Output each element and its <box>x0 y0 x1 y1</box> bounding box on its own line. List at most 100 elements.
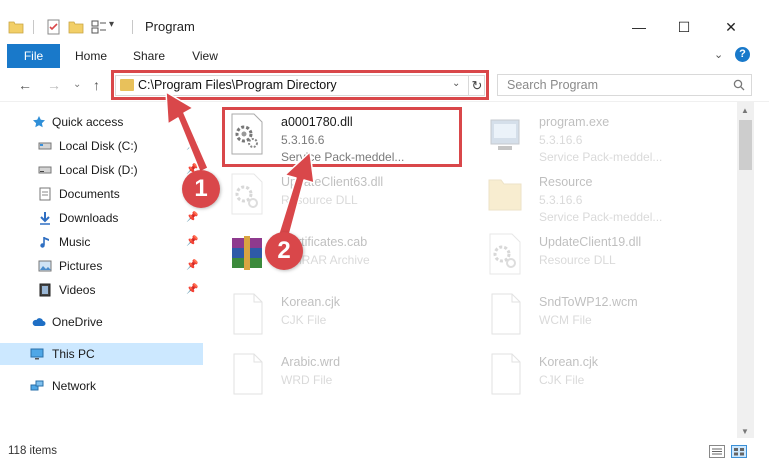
scroll-down-icon[interactable]: ▼ <box>741 427 749 436</box>
dll-gear-icon <box>489 233 521 275</box>
archive-icon <box>232 236 262 270</box>
folder-icon <box>488 179 522 211</box>
ribbon: File Home Share View ⌄ <box>0 44 769 68</box>
file-item[interactable]: UpdateClient63.dll Resource DLL <box>220 166 460 218</box>
minimize-button[interactable]: — <box>624 14 654 40</box>
maximize-button[interactable]: ☐ <box>669 14 699 40</box>
file-item[interactable]: Korean.cjk CJK File <box>478 346 718 398</box>
step-2-badge: 2 <box>265 232 303 270</box>
dll-gear-icon <box>231 113 263 155</box>
sidebar-item-documents[interactable]: Documents 📌 <box>0 183 203 205</box>
address-path[interactable]: C:\Program Files\Program Directory <box>138 78 337 92</box>
file-name: Korean.cjk <box>539 355 599 369</box>
forward-button[interactable]: → <box>47 77 61 93</box>
file-type: WRD File <box>281 373 333 387</box>
toolbar-dropdown-icon[interactable]: ▾ <box>109 19 114 30</box>
file-item[interactable]: Resource 5.3.16.6 Service Pack-meddel... <box>478 166 718 224</box>
sidebar-item-music[interactable]: Music 📌 <box>0 231 203 253</box>
sidebar-item-label: Local Disk (D:) <box>59 163 138 177</box>
sidebar-item-label: Pictures <box>59 259 103 273</box>
music-icon <box>40 237 49 248</box>
file-name: Korean.cjk <box>281 295 341 309</box>
back-button[interactable]: ← <box>18 77 32 93</box>
sidebar-item-local-disk-d[interactable]: Local Disk (D:) 📌 <box>0 159 203 181</box>
tab-file[interactable]: File <box>7 44 60 68</box>
file-type: Resource DLL <box>281 193 358 207</box>
sidebar-item-label: Documents <box>59 187 120 201</box>
tab-home[interactable]: Home <box>68 44 114 68</box>
sidebar-item-label: Videos <box>59 283 96 297</box>
file-item[interactable]: Certificates.cab WinRAR Archive <box>220 226 460 278</box>
status-bar: 118 items <box>0 438 769 464</box>
pin-icon[interactable]: 📌 <box>186 284 198 295</box>
pin-icon[interactable]: 📌 <box>186 236 198 247</box>
file-item[interactable]: Arabic.wrd WRD File <box>220 346 460 398</box>
monitor-icon <box>30 348 44 360</box>
properties-icon[interactable] <box>46 19 62 35</box>
refresh-button[interactable]: ↻ <box>468 76 485 95</box>
title-bar: ▾ Program — ☐ ✕ <box>0 0 769 44</box>
recent-locations-button[interactable]: ⌄ <box>73 79 81 90</box>
sidebar-item-network[interactable]: Network <box>0 375 203 397</box>
scroll-thumb[interactable] <box>739 120 752 170</box>
search-icon[interactable] <box>733 79 745 91</box>
customize-toolbar-icon[interactable] <box>91 19 107 35</box>
up-button[interactable]: ↑ <box>93 77 100 93</box>
file-item[interactable]: Korean.cjk CJK File <box>220 286 460 338</box>
folder-icon <box>120 79 134 91</box>
file-name: program.exe <box>539 115 610 129</box>
file-item[interactable]: a0001780.dll 5.3.16.6 Service Pack-medde… <box>220 106 460 164</box>
help-icon[interactable]: ? <box>735 47 750 62</box>
blank-file-icon <box>491 353 521 395</box>
blank-file-icon <box>491 293 521 335</box>
videos-icon <box>39 283 51 297</box>
file-type: CJK File <box>281 313 327 327</box>
address-dropdown-icon[interactable]: ⌄ <box>452 78 460 89</box>
sidebar-item-onedrive[interactable]: OneDrive <box>0 311 203 333</box>
file-version: 5.3.16.6 <box>539 133 583 147</box>
sidebar-item-this-pc[interactable]: This PC <box>0 343 203 365</box>
navigation-pane: Quick access Local Disk (C:) 📌 Local Dis… <box>0 102 203 432</box>
step-1-badge: 1 <box>182 170 220 208</box>
file-name: Resource <box>539 175 593 189</box>
close-button[interactable]: ✕ <box>716 14 746 40</box>
address-bar[interactable]: C:\Program Files\Program Directory ⌄ ↻ <box>115 75 485 96</box>
file-item[interactable]: UpdateClient19.dll Resource DLL <box>478 226 718 278</box>
pin-icon[interactable]: 📌 <box>186 212 198 223</box>
sidebar-item-pictures[interactable]: Pictures 📌 <box>0 255 203 277</box>
cloud-icon <box>32 318 46 326</box>
drive-icon <box>38 142 52 150</box>
star-icon <box>33 116 45 128</box>
details-view-icon[interactable] <box>709 445 725 458</box>
expand-ribbon-icon[interactable]: ⌄ <box>714 48 723 61</box>
sidebar-item-label: Downloads <box>59 211 119 225</box>
scroll-up-icon[interactable]: ▲ <box>741 106 749 115</box>
search-box[interactable]: Search Program <box>497 74 752 96</box>
folder-icon[interactable] <box>8 19 24 35</box>
file-type: CJK File <box>539 373 585 387</box>
tiles-view-icon[interactable] <box>731 445 747 458</box>
pin-icon[interactable]: 📌 <box>186 140 198 151</box>
file-version: 5.3.16.6 <box>281 133 325 147</box>
exe-icon <box>490 119 520 150</box>
blank-file-icon <box>233 353 263 395</box>
tab-view[interactable]: View <box>182 44 228 68</box>
file-item[interactable]: program.exe 5.3.16.6 Service Pack-meddel… <box>478 106 718 164</box>
sidebar-item-local-disk-c[interactable]: Local Disk (C:) 📌 <box>0 135 203 157</box>
sidebar-item-downloads[interactable]: Downloads 📌 <box>0 207 203 229</box>
vertical-scrollbar[interactable]: ▲ ▼ <box>737 102 754 438</box>
sidebar-item-videos[interactable]: Videos 📌 <box>0 279 203 301</box>
sidebar-item-label: Local Disk (C:) <box>59 139 138 153</box>
file-item[interactable]: SndToWP12.wcm WCM File <box>478 286 718 338</box>
search-input[interactable]: Search Program <box>507 78 598 92</box>
blank-file-icon <box>233 293 263 335</box>
file-list: a0001780.dll 5.3.16.6 Service Pack-medde… <box>212 102 737 437</box>
sidebar-item-label: Quick access <box>52 115 124 129</box>
pin-icon[interactable]: 📌 <box>186 260 198 271</box>
sidebar-item-quick-access[interactable]: Quick access <box>0 111 203 133</box>
tab-share[interactable]: Share <box>126 44 172 68</box>
file-type: Resource DLL <box>539 253 616 267</box>
new-folder-icon[interactable] <box>68 19 84 35</box>
title-separator <box>132 20 133 34</box>
sidebar-item-label: Music <box>59 235 91 249</box>
